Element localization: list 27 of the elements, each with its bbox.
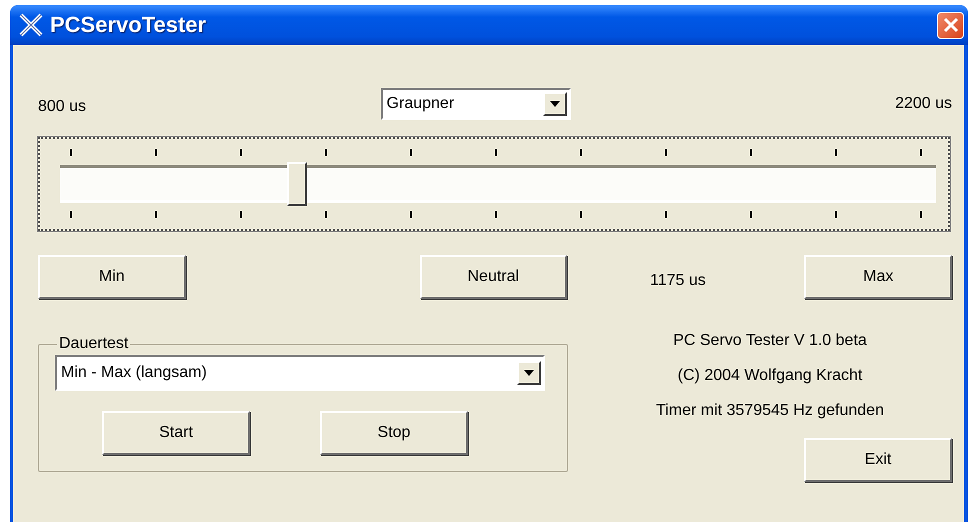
slider-track[interactable] — [60, 162, 936, 206]
info-text: (C) 2004 Wolfgang Kracht — [678, 366, 862, 386]
close-button[interactable] — [937, 12, 964, 38]
window-title: PCServoTester — [50, 12, 208, 38]
min-range-label: 800 us — [38, 98, 86, 116]
info-text: Timer mit 3579545 Hz gefunden — [656, 401, 884, 421]
max-button[interactable]: Max — [804, 255, 952, 299]
caret-icon — [550, 101, 560, 107]
dropdown-button[interactable] — [542, 92, 567, 116]
group-label: Dauertest — [58, 335, 130, 353]
caret-icon — [524, 370, 534, 376]
min-button[interactable]: Min — [38, 255, 186, 299]
max-range-label: 2200 us — [895, 95, 952, 113]
stop-button[interactable]: Stop — [320, 411, 468, 455]
close-icon — [942, 17, 958, 33]
servo-type-dropdown[interactable]: Graupner — [380, 88, 571, 120]
servo-cross-icon — [18, 12, 44, 38]
test-mode-dropdown[interactable]: Min - Max (langsam) — [55, 355, 545, 391]
pulse-reading: 1175 us — [650, 272, 707, 290]
exit-button[interactable]: Exit — [804, 438, 952, 482]
info-text: PC Servo Tester V 1.0 beta — [673, 331, 867, 351]
neutral-button[interactable]: Neutral — [420, 255, 568, 299]
start-button[interactable]: Start — [102, 411, 250, 455]
dropdown-value: Min - Max (langsam) — [61, 364, 208, 382]
dropdown-value: Graupner — [386, 95, 456, 113]
dropdown-button[interactable] — [517, 361, 541, 385]
slider-thumb[interactable] — [286, 162, 307, 206]
